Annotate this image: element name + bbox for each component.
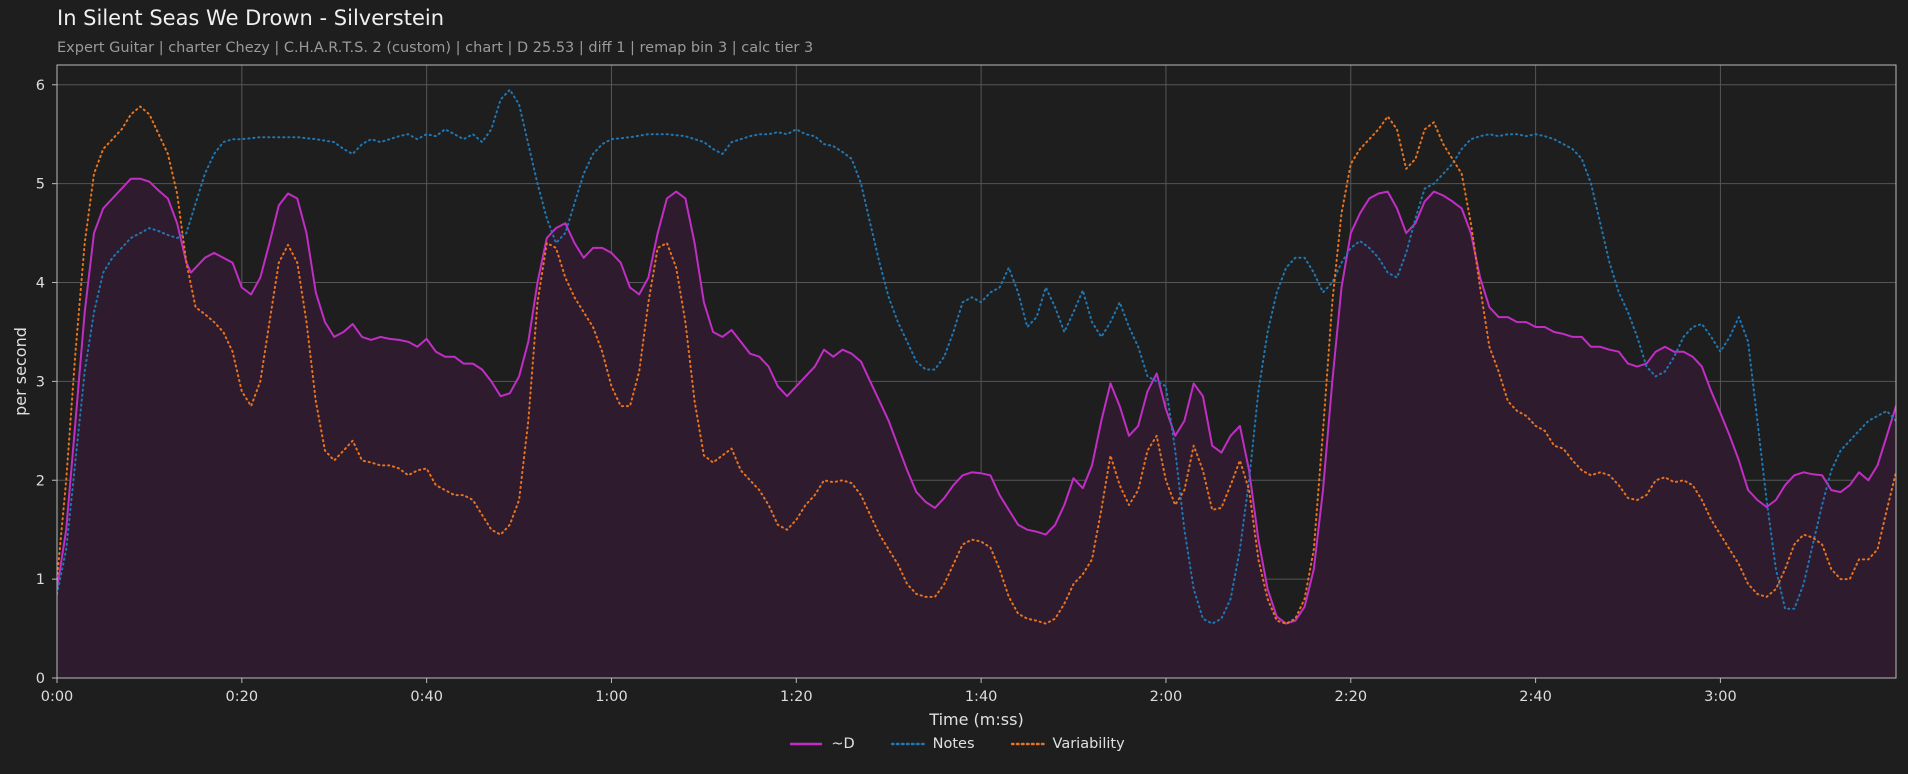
fill-layer bbox=[57, 178, 1896, 678]
x-tick-label: 3:00 bbox=[1704, 689, 1737, 705]
legend-swatch-notes bbox=[890, 742, 925, 746]
legend-item-d[interactable]: ~D bbox=[789, 736, 855, 752]
y-tick-label: 4 bbox=[36, 276, 45, 292]
x-tick-label: 0:20 bbox=[226, 689, 259, 705]
legend-item-variability[interactable]: Variability bbox=[1010, 736, 1125, 752]
legend: ~D Notes Variability bbox=[0, 736, 1908, 752]
y-tick-label: 5 bbox=[36, 177, 45, 193]
x-axis-label: Time (m:ss) bbox=[928, 710, 1023, 729]
x-tick-label: 0:00 bbox=[41, 689, 74, 705]
y-tick-label: 6 bbox=[36, 78, 45, 94]
y-tick-label: 0 bbox=[36, 671, 45, 687]
y-axis-label: per second bbox=[11, 327, 30, 416]
x-tick-label: 1:00 bbox=[595, 689, 628, 705]
x-tick-label: 2:00 bbox=[1150, 689, 1183, 705]
x-tick-label: 1:40 bbox=[965, 689, 998, 705]
y-tick-label: 3 bbox=[36, 374, 45, 390]
legend-swatch-variability bbox=[1010, 742, 1045, 746]
chart-plot: 0:00 0:20 0:40 1:00 1:20 1:40 2:00 2:20 2:40 3:00… bbox=[11, 64, 1897, 729]
x-tick-label: 2:20 bbox=[1334, 689, 1367, 705]
legend-label-variability: Variability bbox=[1052, 736, 1125, 752]
legend-swatch-d bbox=[790, 742, 823, 746]
legend-item-notes[interactable]: Notes bbox=[890, 736, 975, 752]
y-tick-label: 2 bbox=[36, 473, 45, 489]
y-tick-label: 1 bbox=[36, 572, 45, 588]
legend-label-d: ~D bbox=[831, 736, 855, 752]
x-tick-label: 1:20 bbox=[780, 689, 813, 705]
legend-label-notes: Notes bbox=[932, 736, 975, 752]
x-tick-label: 2:40 bbox=[1519, 689, 1552, 705]
x-tick-label: 0:40 bbox=[410, 689, 443, 705]
series-fill-d bbox=[57, 178, 1896, 678]
